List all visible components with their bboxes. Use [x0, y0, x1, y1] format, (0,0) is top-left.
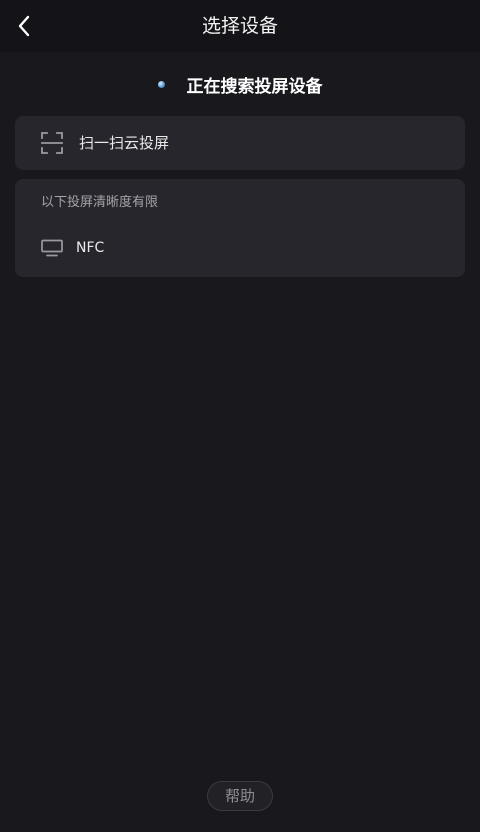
- device-label: NFC: [76, 240, 105, 256]
- search-status: 正在搜索投屏设备: [0, 70, 480, 98]
- quality-limit-note: 以下投屏清晰度有限: [41, 195, 159, 210]
- scan-option-label: 扫一扫云投屏: [79, 134, 170, 152]
- tv-icon: [41, 239, 63, 257]
- searching-text: 正在搜索投屏设备: [186, 76, 323, 97]
- scan-cloud-cast-option[interactable]: 扫一扫云投屏: [15, 116, 465, 170]
- device-item-nfc[interactable]: NFC: [15, 229, 465, 267]
- scan-frame-icon: [41, 132, 63, 154]
- top-bar: 选择设备: [0, 0, 480, 52]
- loading-spinner-icon: [157, 80, 165, 88]
- device-list-card: 以下投屏清晰度有限 NFC: [15, 179, 465, 277]
- help-button[interactable]: 帮助: [207, 781, 273, 811]
- page-title: 选择设备: [201, 15, 278, 37]
